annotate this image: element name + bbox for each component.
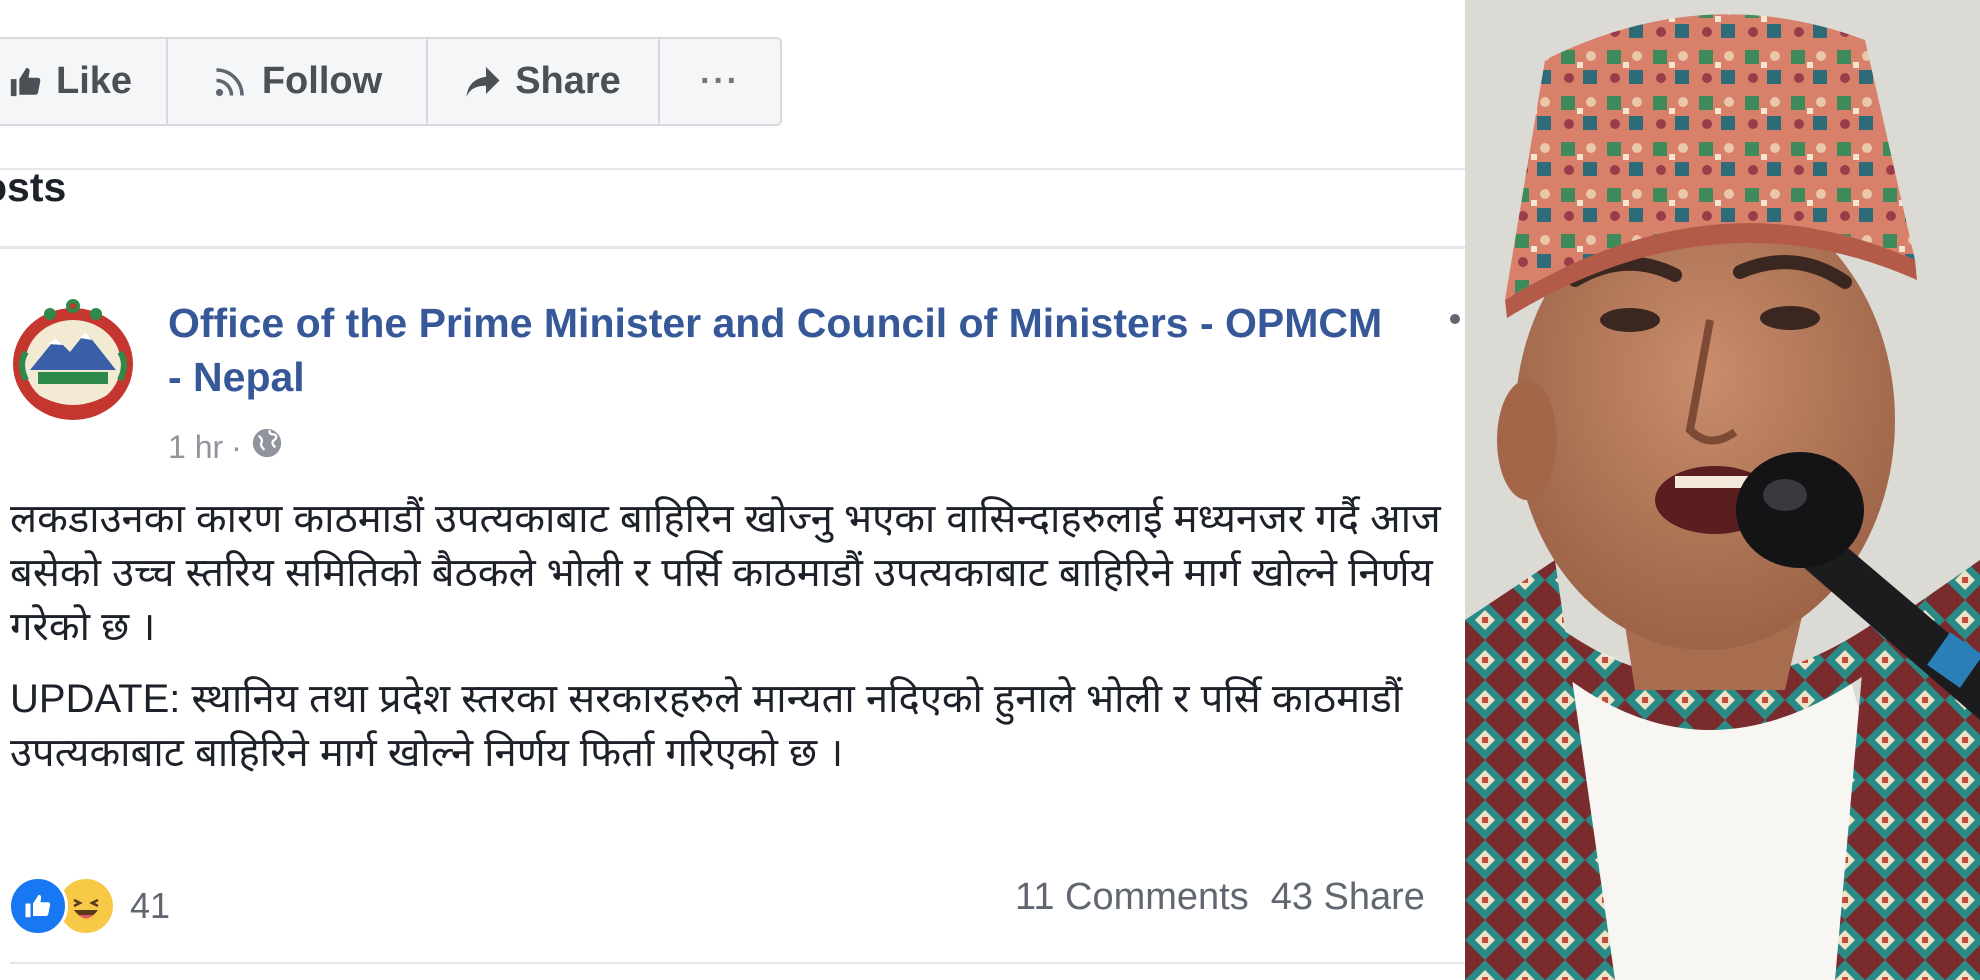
engagement-stats: 11 Comments 43 Share <box>1015 876 1425 919</box>
like-label: Like <box>55 60 133 102</box>
politician-photo <box>1465 0 1980 980</box>
nepal-emblem-logo <box>13 299 133 420</box>
page-name-link[interactable]: Office of the Prime Minister and Council… <box>168 296 1398 404</box>
post-update-paragraph: UPDATE: स्थानिय तथा प्रदेश स्तरका सरकारह… <box>10 677 1403 775</box>
like-reaction-icon <box>8 876 68 936</box>
shares-count-link[interactable]: 43 Share <box>1271 876 1425 918</box>
facebook-post-panel: Like Follow Share ··· osts <box>0 0 1465 980</box>
globe-icon <box>250 426 284 468</box>
page-avatar[interactable] <box>8 292 138 422</box>
share-button[interactable]: Share <box>428 39 660 124</box>
post-paragraph: लकडाउनका कारण काठमाडौं उपत्यकाबाट बाहिरि… <box>10 497 1441 649</box>
meta-separator: · <box>231 428 242 465</box>
share-label: Share <box>515 60 621 102</box>
divider <box>0 168 1465 170</box>
thumbs-up-icon <box>8 65 42 99</box>
follow-button[interactable]: Follow <box>168 39 428 124</box>
divider <box>10 962 1465 964</box>
reactions-summary[interactable]: 41 <box>8 876 170 936</box>
section-title: osts <box>0 164 67 210</box>
more-options-button[interactable]: ··· <box>660 39 780 124</box>
comments-count-link[interactable]: 11 Comments <box>1015 876 1249 918</box>
like-button[interactable]: Like <box>0 39 168 124</box>
page-action-bar: Like Follow Share ··· <box>0 37 782 126</box>
more-dots-icon: ··· <box>700 62 740 100</box>
post-body: लकडाउनका कारण काठमाडौं उपत्यकाबाट बाहिरि… <box>10 492 1450 798</box>
rss-icon <box>212 64 248 100</box>
divider <box>0 246 1465 249</box>
post-timestamp[interactable]: 1 hr <box>168 429 223 466</box>
reaction-count: 41 <box>130 885 171 926</box>
post-menu-button[interactable] <box>1450 314 1460 324</box>
post-meta: 1 hr · <box>168 426 284 468</box>
share-arrow-icon <box>465 65 501 99</box>
follow-label: Follow <box>261 60 383 102</box>
speaker-with-microphone-image <box>1465 0 1980 980</box>
